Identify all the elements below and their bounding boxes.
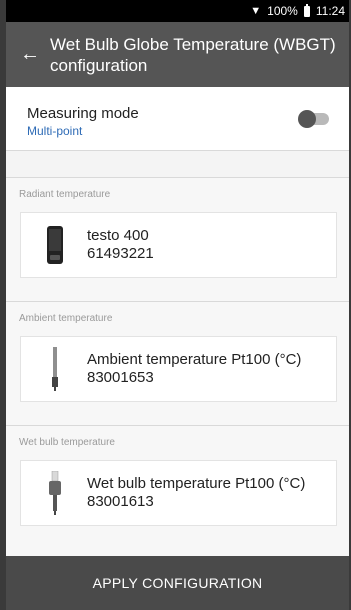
clock: 11:24	[315, 4, 345, 18]
apply-configuration-button[interactable]: APPLY CONFIGURATION	[6, 556, 349, 610]
device-card-wet-bulb[interactable]: Wet bulb temperature Pt100 (°C) 83001613	[20, 460, 337, 526]
device-id: 83001613	[87, 493, 154, 510]
device-id: 83001653	[87, 369, 154, 386]
device-info-wet-bulb: Wet bulb temperature Pt100 (°C) 83001613	[87, 475, 305, 511]
battery-icon	[303, 3, 310, 17]
app-screen: ▼ 100% 11:24 ← Wet Bulb Globe Temperatur…	[0, 0, 351, 610]
probe-icon	[37, 347, 73, 391]
device-name: Wet bulb temperature Pt100 (°C)	[87, 475, 306, 492]
status-bar: ▼ 100% 11:24	[6, 0, 349, 22]
section-radiant-temperature: Radiant temperature testo 400 61493221	[6, 177, 349, 301]
device-info-radiant: testo 400 61493221	[87, 227, 154, 263]
section-label-ambient: Ambient temperature	[19, 313, 113, 324]
section-label-radiant: Radiant temperature	[19, 189, 111, 200]
device-card-radiant[interactable]: testo 400 61493221	[20, 212, 337, 278]
measuring-mode-row[interactable]: Measuring mode Multi-point	[6, 87, 349, 151]
battery-percent: 100%	[267, 4, 298, 18]
section-wet-bulb-temperature: Wet bulb temperature Wet bulb temperatur…	[6, 425, 349, 557]
page-title: Wet Bulb Globe Temperature (WBGT) config…	[50, 34, 336, 75]
device-name: Ambient temperature Pt100 (°C)	[87, 351, 302, 368]
back-arrow-icon[interactable]: ←	[20, 43, 40, 66]
device-id: 61493221	[87, 245, 154, 262]
device-name: testo 400	[87, 227, 149, 244]
measuring-mode-toggle[interactable]	[298, 110, 329, 128]
section-label-wet-bulb: Wet bulb temperature	[19, 437, 115, 448]
section-ambient-temperature: Ambient temperature Ambient temperature …	[6, 301, 349, 425]
app-bar: ← Wet Bulb Globe Temperature (WBGT) conf…	[6, 22, 349, 87]
testo-400-device-icon	[37, 225, 73, 265]
wifi-icon: ▼	[250, 5, 262, 17]
device-info-ambient: Ambient temperature Pt100 (°C) 83001653	[87, 351, 301, 387]
device-card-ambient[interactable]: Ambient temperature Pt100 (°C) 83001653	[20, 336, 337, 402]
wet-bulb-probe-icon	[37, 471, 73, 515]
toggle-knob	[298, 110, 316, 128]
